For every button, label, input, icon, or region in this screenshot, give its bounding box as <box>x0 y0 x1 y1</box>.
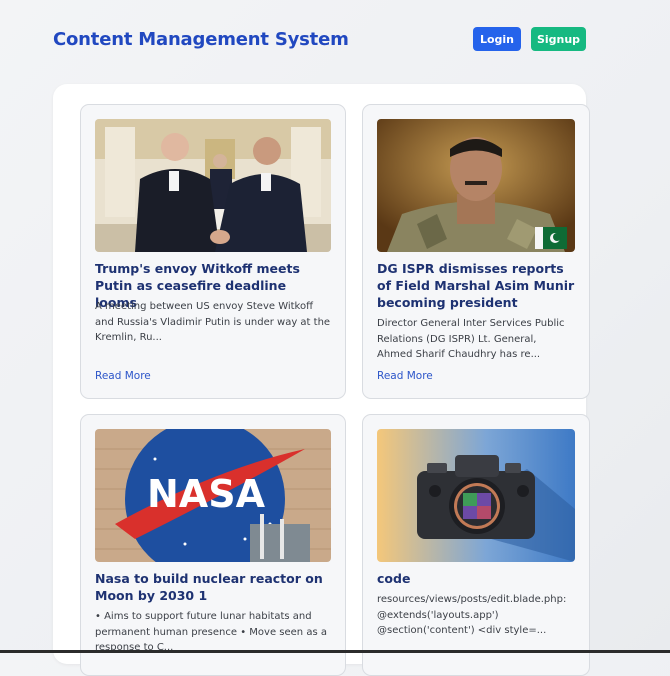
post-excerpt: Director General Inter Services Public R… <box>377 318 565 360</box>
post-title[interactable]: DG ISPR dismisses reports of Field Marsh… <box>377 260 575 311</box>
post-image[interactable]: NASA <box>95 429 331 562</box>
login-button[interactable]: Login <box>473 27 521 51</box>
read-more-link[interactable]: Read More <box>95 370 151 382</box>
post-card[interactable]: NASA Nasa to build nuclear reactor on Mo… <box>80 414 346 676</box>
post-excerpt: A meeting between US envoy Steve Witkoff… <box>95 301 331 343</box>
photo-two-men-shaking-hands <box>95 119 331 252</box>
post-card[interactable]: code resources/views/posts/edit.blade.ph… <box>362 414 590 676</box>
post-excerpt: • Aims to support future lunar habitats … <box>95 611 327 653</box>
post-card[interactable]: Trump's envoy Witkoff meets Putin as cea… <box>80 104 346 399</box>
post-title[interactable]: code <box>377 570 575 587</box>
post-excerpt: resources/views/posts/edit.blade.php: @e… <box>377 594 567 636</box>
post-image[interactable] <box>377 119 575 252</box>
site-title[interactable]: Content Management System <box>53 29 349 50</box>
svg-text:NASA: NASA <box>147 472 266 516</box>
post-card[interactable]: DG ISPR dismisses reports of Field Marsh… <box>362 104 590 399</box>
post-image[interactable] <box>95 119 331 252</box>
post-image[interactable] <box>377 429 575 562</box>
photo-nasa-logo: NASA <box>95 429 331 562</box>
site-header: Content Management System Login Signup <box>0 0 670 80</box>
post-title[interactable]: Nasa to build nuclear reactor on Moon by… <box>95 570 331 604</box>
read-more-link[interactable]: Read More <box>377 370 433 382</box>
photo-military-officer-portrait <box>377 119 575 252</box>
illustration-camera <box>377 429 575 562</box>
signup-button[interactable]: Signup <box>531 27 586 51</box>
